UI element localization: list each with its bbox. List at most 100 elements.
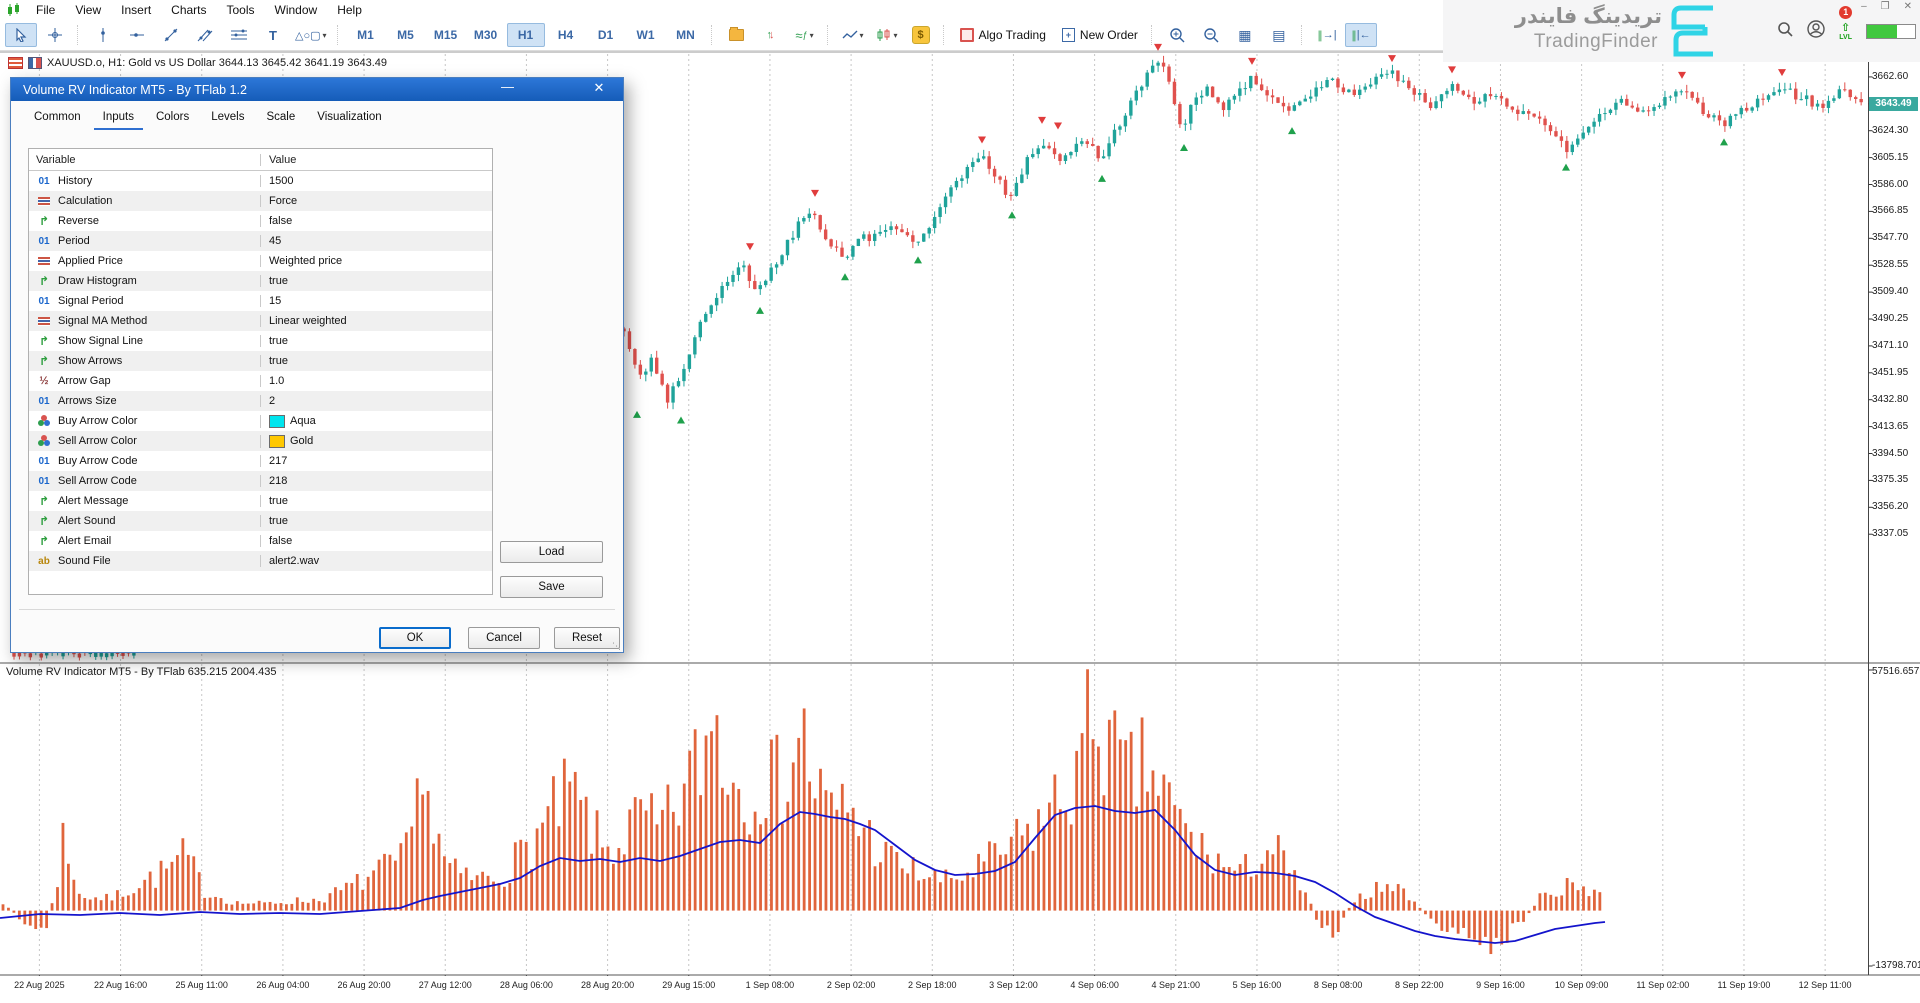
time-axis-label: 27 Aug 12:00 <box>405 980 485 990</box>
level-indicator[interactable]: ⇧LVL <box>1839 23 1852 41</box>
param-value-cell[interactable]: 15 <box>260 295 492 307</box>
time-axis-label: 2 Sep 02:00 <box>811 980 891 990</box>
param-value-cell[interactable]: 218 <box>260 475 492 487</box>
param-row[interactable]: Buy Arrow ColorAqua <box>29 411 492 431</box>
save-button[interactable]: Save <box>500 576 603 598</box>
param-name: Signal MA Method <box>58 315 147 327</box>
param-value-cell[interactable]: false <box>260 535 492 547</box>
param-row[interactable]: ↱Alert Emailfalse <box>29 531 492 551</box>
param-value-cell[interactable]: 1500 <box>260 175 492 187</box>
tab-visualization[interactable]: Visualization <box>308 108 390 130</box>
chart-list-icon[interactable] <box>8 57 23 69</box>
param-name: Signal Period <box>58 295 123 307</box>
param-value-cell[interactable]: 1.0 <box>260 375 492 387</box>
param-value-cell[interactable]: Weighted price <box>260 255 492 267</box>
price-axis-label: 3375.35 <box>1872 474 1918 486</box>
param-value-cell[interactable]: alert2.wav <box>260 555 492 567</box>
window-minimize-icon[interactable]: – <box>1861 1 1867 12</box>
indicator-subwindow-label: Volume RV Indicator MT5 - By TFlab 635.2… <box>6 666 276 678</box>
param-row[interactable]: Applied Price Weighted price <box>29 251 492 271</box>
param-type-icon: ↱ <box>36 334 52 348</box>
param-name-cell: ↱Draw Histogram <box>29 274 260 288</box>
param-name-cell: Applied Price <box>29 255 260 267</box>
window-restore-icon[interactable]: ❐ <box>1881 1 1890 12</box>
param-name: Calculation <box>58 195 112 207</box>
time-axis-label: 26 Aug 20:00 <box>324 980 404 990</box>
param-value: 1500 <box>269 175 293 187</box>
param-row[interactable]: 01Signal Period15 <box>29 291 492 311</box>
param-value-cell[interactable]: true <box>260 515 492 527</box>
tab-inputs[interactable]: Inputs <box>94 108 143 130</box>
param-row[interactable]: ½Arrow Gap1.0 <box>29 371 492 391</box>
param-name-cell: 01Sell Arrow Code <box>29 475 260 487</box>
param-row[interactable]: ↱Alert Soundtrue <box>29 511 492 531</box>
param-row[interactable]: 01Buy Arrow Code217 <box>29 451 492 471</box>
param-name-cell: ↱Alert Sound <box>29 514 260 528</box>
param-type-icon: 01 <box>36 456 52 467</box>
param-row[interactable]: ↱Reversefalse <box>29 211 492 231</box>
reset-button[interactable]: Reset <box>554 627 620 649</box>
account-icon[interactable]: 1 <box>1807 20 1825 43</box>
param-value-cell[interactable]: true <box>260 335 492 347</box>
param-value: alert2.wav <box>269 555 319 567</box>
time-axis[interactable]: 22 Aug 202522 Aug 16:0025 Aug 11:0026 Au… <box>0 976 1920 1003</box>
param-type-icon <box>38 197 50 206</box>
param-row[interactable]: 01History1500 <box>29 171 492 191</box>
param-name: Draw Histogram <box>58 275 137 287</box>
param-row[interactable]: abSound File alert2.wav <box>29 551 492 571</box>
param-row[interactable]: ↱Alert Messagetrue <box>29 491 492 511</box>
param-name-cell: abSound File <box>29 555 260 567</box>
param-value-cell[interactable]: 217 <box>260 455 492 467</box>
param-type-icon <box>38 317 50 326</box>
param-row[interactable]: ↱Show Arrowstrue <box>29 351 492 371</box>
param-name: Alert Message <box>58 495 128 507</box>
param-row[interactable]: 01Sell Arrow Code218 <box>29 471 492 491</box>
price-axis-label: 3471.10 <box>1872 340 1918 352</box>
param-value-cell[interactable]: false <box>260 215 492 227</box>
time-axis-label: 26 Aug 04:00 <box>243 980 323 990</box>
search-icon[interactable] <box>1777 21 1793 42</box>
param-row[interactable]: ↱Show Signal Linetrue <box>29 331 492 351</box>
time-axis-label: 9 Sep 16:00 <box>1460 980 1540 990</box>
param-type-icon: ½ <box>36 375 52 387</box>
cancel-button[interactable]: Cancel <box>468 627 540 649</box>
param-row[interactable]: 01Period45 <box>29 231 492 251</box>
dialog-titlebar[interactable]: Volume RV Indicator MT5 - By TFlab 1.2 —… <box>11 78 623 101</box>
tab-colors[interactable]: Colors <box>147 108 198 130</box>
param-name: History <box>58 175 92 187</box>
tab-common[interactable]: Common <box>25 108 90 130</box>
param-row[interactable]: Signal MA Method Linear weighted <box>29 311 492 331</box>
time-axis-label: 5 Sep 16:00 <box>1217 980 1297 990</box>
time-axis-label: 29 Aug 15:00 <box>649 980 729 990</box>
tab-levels[interactable]: Levels <box>202 108 253 130</box>
load-button[interactable]: Load <box>500 541 603 563</box>
time-axis-label: 10 Sep 09:00 <box>1542 980 1622 990</box>
param-value-cell[interactable]: Gold <box>260 435 492 448</box>
param-row[interactable]: ↱Draw Histogramtrue <box>29 271 492 291</box>
param-value: Weighted price <box>269 255 342 267</box>
param-value-cell[interactable]: true <box>260 495 492 507</box>
tab-scale[interactable]: Scale <box>257 108 304 130</box>
param-type-icon: ↱ <box>36 214 52 228</box>
time-axis-label: 25 Aug 11:00 <box>162 980 242 990</box>
param-row[interactable]: 01Arrows Size2 <box>29 391 492 411</box>
param-value-cell[interactable]: 45 <box>260 235 492 247</box>
close-icon[interactable]: ✕ <box>589 80 609 96</box>
param-value-cell[interactable]: Aqua <box>260 415 492 428</box>
window-close-icon[interactable]: ✕ <box>1904 1 1912 12</box>
param-row[interactable]: Sell Arrow ColorGold <box>29 431 492 451</box>
param-value-cell[interactable]: Linear weighted <box>260 315 492 327</box>
param-value-cell[interactable]: true <box>260 275 492 287</box>
param-row[interactable]: Calculation Force <box>29 191 492 211</box>
param-value-cell[interactable]: 2 <box>260 395 492 407</box>
param-value-cell[interactable]: true <box>260 355 492 367</box>
current-price-badge: 3643.49 <box>1869 97 1918 111</box>
resize-grip[interactable]: ⋱ <box>612 641 621 652</box>
minimize-icon[interactable]: — <box>501 79 514 94</box>
parameters-table: VariableValue01History1500CalculationFor… <box>28 148 493 595</box>
chart-mini-icon[interactable] <box>28 57 42 69</box>
ok-button[interactable]: OK <box>379 627 451 649</box>
param-value-cell[interactable]: Force <box>260 195 492 207</box>
price-axis-label: 3451.95 <box>1872 367 1918 379</box>
param-name-cell: ↱Alert Email <box>29 534 260 548</box>
